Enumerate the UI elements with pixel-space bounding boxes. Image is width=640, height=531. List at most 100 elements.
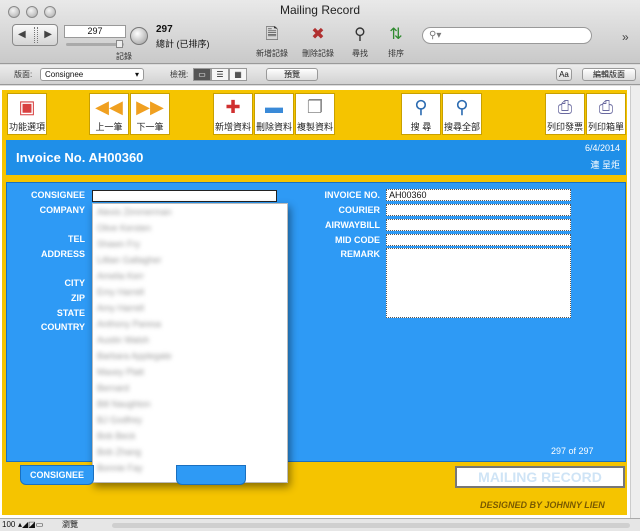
menu-button[interactable]: ▣ 功能選項 [7, 93, 47, 135]
next-arrow-icon: ▶▶ [136, 97, 164, 117]
magnifier-icon: ⚲ [414, 97, 428, 117]
form-view-icon[interactable]: ▭ [193, 68, 211, 81]
layout-select[interactable]: Consignee ▾ [40, 68, 144, 81]
horizontal-scrollbar[interactable] [112, 523, 630, 528]
list-item[interactable]: Emy Harrell [93, 284, 287, 300]
copy-data-button[interactable]: ❐ 複製資料 [295, 93, 335, 135]
printer-icon: ⎙ [598, 97, 614, 117]
prev-arrow-icon: ◀◀ [95, 97, 123, 117]
mid-code-field[interactable] [386, 234, 571, 246]
list-item[interactable]: Amelia Kerr [93, 268, 287, 284]
found-set-pie-icon [130, 27, 148, 45]
print-packing-list-button[interactable]: ⎙ 列印箱單 [586, 93, 626, 135]
delete-data-button[interactable]: ▬ 刪除資料 [254, 93, 294, 135]
courier-field[interactable] [386, 204, 571, 216]
sort-icon: ⇅ [389, 26, 403, 43]
status-bar: 100 ▴◢◪▭ 瀏覽 [0, 518, 640, 531]
remark-field[interactable] [386, 248, 571, 318]
book-spine-icon [34, 27, 38, 43]
list-item[interactable]: Anthony Paresa [93, 316, 287, 332]
search-button[interactable]: ⚲ 搜 尋 [401, 93, 441, 135]
list-item[interactable]: Alexis Zimmerman [93, 204, 287, 220]
sort-button[interactable]: ⇅ 排序 [372, 24, 420, 59]
consignee-dropdown-list[interactable]: Alexis Zimmerman Olive Kersten Shawn Fry… [92, 203, 288, 483]
zoom-controls-icon[interactable]: ▴◢◪▭ [18, 519, 43, 531]
list-item[interactable]: Amy Harrell [93, 300, 287, 316]
label-zip: ZIP [70, 293, 85, 303]
label-state: STATE [56, 308, 85, 318]
search-all-button[interactable]: ⚲ 搜尋全部 [442, 93, 482, 135]
list-item[interactable]: Lillian Gallagher [93, 252, 287, 268]
list-item[interactable]: Bill Naughton [93, 396, 287, 412]
label-address: ADDRESS [40, 249, 85, 259]
next-record-button[interactable]: ▶▶ 下一筆 [130, 93, 170, 135]
slider-thumb[interactable] [116, 40, 123, 48]
label-tel: TEL [68, 234, 85, 244]
find-magnifier-icon: ⚲ [354, 26, 366, 43]
airwaybill-field[interactable] [386, 219, 571, 231]
list-item[interactable]: Bernard [93, 380, 287, 396]
label-airwaybill: AIRWAYBILL [324, 220, 380, 230]
prev-record-button[interactable]: ◀◀ 上一筆 [89, 93, 129, 135]
new-doc-icon: ✚ [225, 97, 241, 117]
record-book-navigator[interactable]: ◀ ▶ [12, 24, 58, 46]
tab-consignee[interactable]: CONSIGNEE [20, 465, 94, 485]
copy-doc-icon: ❐ [306, 97, 324, 117]
edit-layout-button[interactable]: 編輯版面 [582, 68, 636, 81]
label-invoice-no: INVOICE NO. [324, 190, 380, 200]
book-next-icon[interactable]: ▶ [44, 29, 52, 40]
list-view-icon[interactable]: ☰ [211, 68, 229, 81]
record-slider[interactable] [66, 40, 124, 48]
designer-credit: DESIGNED BY JOHNNY LIEN [480, 500, 605, 510]
total-label: 總計 (已排序) [156, 39, 210, 49]
label-consignee: CONSIGNEE [30, 190, 85, 200]
record-label: 記錄 [116, 52, 132, 61]
vertical-scrollbar[interactable] [630, 86, 640, 518]
list-item[interactable]: Austin Walsh [93, 332, 287, 348]
new-record-icon: 🗎 [265, 26, 279, 43]
magnifier-all-icon: ⚲ [455, 97, 469, 117]
mailing-record-brand: MAILING RECORD [455, 466, 625, 488]
delete-record-icon: ✖ [311, 26, 325, 43]
employee-name: 連 呈炬 [590, 160, 620, 170]
mode-label: 瀏覽 [62, 520, 78, 529]
consignee-field[interactable] [92, 190, 277, 202]
chevron-down-icon: ▾ [134, 70, 139, 79]
toolbar-overflow-icon[interactable]: » [622, 30, 629, 44]
list-item[interactable]: Maxey Platt [93, 364, 287, 380]
table-view-icon[interactable]: ▦ [229, 68, 247, 81]
label-company: COMPANY [39, 205, 85, 215]
add-data-button[interactable]: ✚ 新增資料 [213, 93, 253, 135]
record-count: 297 of 297 [551, 446, 594, 456]
window-titlebar: Mailing Record ◀ ▶ 297 記錄 297 總計 (已排序) 🗎… [0, 0, 640, 64]
invoice-title: Invoice No. AH00360 [16, 150, 144, 165]
total-count: 297 [156, 24, 173, 35]
list-item[interactable]: Shawn Fry [93, 236, 287, 252]
list-item[interactable]: Barbara Applegate [93, 348, 287, 364]
quick-find-search-input[interactable]: ⚲▾ [422, 27, 592, 44]
print-invoice-button[interactable]: ⎙ 列印發票 [545, 93, 585, 135]
list-item[interactable]: Olive Kersten [93, 220, 287, 236]
list-item[interactable]: Bob Beck [93, 428, 287, 444]
layout-label: 版面: [14, 70, 33, 79]
layout-bar: 版面: Consignee ▾ 檢視: ▭ ☰ ▦ 預覽 Aa 編輯版面 [0, 65, 640, 85]
label-courier: COURIER [338, 205, 380, 215]
record-number-field[interactable]: 297 [64, 25, 126, 38]
tab-secondary[interactable] [176, 465, 246, 485]
text-format-button[interactable]: Aa [556, 68, 572, 81]
invoice-no-field[interactable]: AH00360 [386, 189, 571, 201]
window-title: Mailing Record [279, 3, 361, 17]
printer-icon: ⎙ [557, 97, 573, 117]
zoom-level[interactable]: 100 [2, 519, 15, 531]
list-item[interactable]: Bob Zhang [93, 444, 287, 460]
delete-record-button[interactable]: ✖ 刪除記錄 [294, 24, 342, 59]
list-item[interactable]: BJ Godfrey [93, 412, 287, 428]
book-prev-icon[interactable]: ◀ [18, 29, 26, 40]
new-record-button[interactable]: 🗎 新增記錄 [248, 24, 296, 59]
invoice-date: 6/4/2014 [584, 143, 620, 153]
delete-doc-icon: ▬ [265, 97, 283, 117]
label-mid-code: MID CODE [335, 235, 380, 245]
view-label: 檢視: [170, 70, 189, 79]
preview-button[interactable]: 預覽 [266, 68, 318, 81]
label-country: COUNTRY [40, 322, 85, 332]
